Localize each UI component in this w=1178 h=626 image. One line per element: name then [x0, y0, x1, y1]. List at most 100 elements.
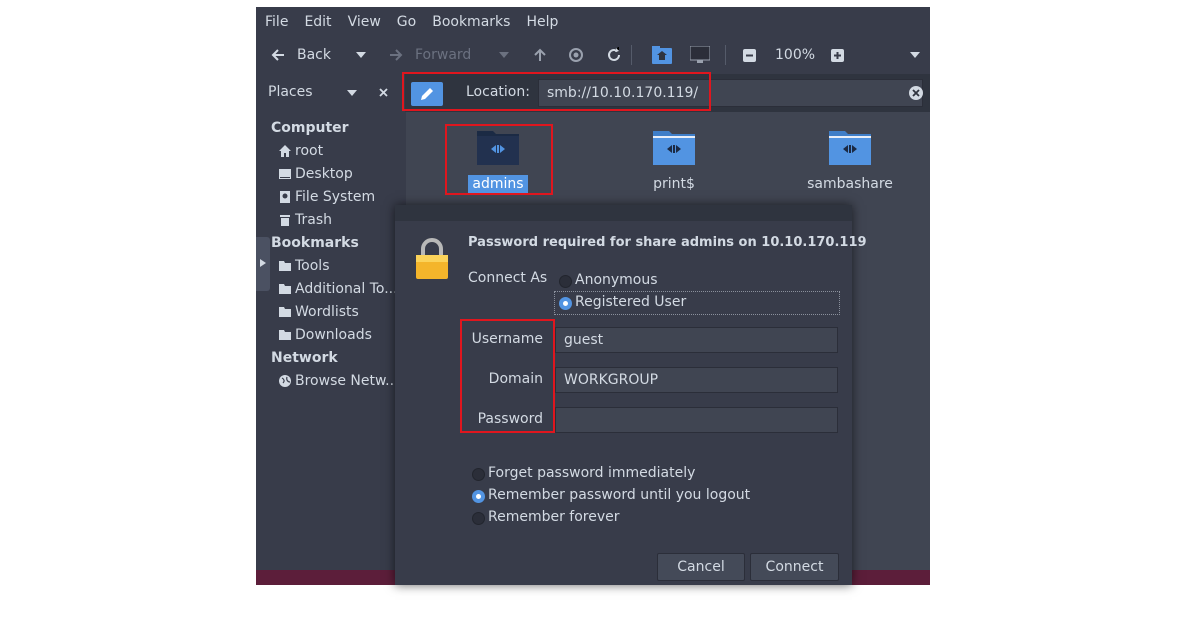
sidebar-item-trash[interactable]: Trash [278, 212, 332, 228]
sidebar-item-label: File System [295, 189, 376, 205]
clear-icon[interactable] [909, 86, 923, 100]
menu-go[interactable]: Go [389, 14, 424, 30]
places-title: Places [268, 84, 313, 100]
menu-edit[interactable]: Edit [296, 14, 339, 30]
sidebar-item-label: root [295, 143, 324, 159]
registered-user-label: Registered User [575, 294, 687, 310]
forward-label: Forward [415, 47, 472, 63]
back-label: Back [297, 47, 331, 63]
dialog-titlebar [395, 205, 852, 221]
connect-button[interactable]: Connect [750, 553, 839, 581]
network-folder-icon [829, 131, 871, 165]
domain-field[interactable]: WORKGROUP [555, 367, 838, 393]
reload-icon [608, 47, 620, 61]
sidebar-section-network: Network [271, 350, 338, 366]
home-button[interactable] [652, 37, 672, 73]
forward-button[interactable]: Forward [389, 37, 471, 73]
chevron-down-icon [356, 52, 366, 58]
reload-button[interactable] [606, 37, 622, 73]
arrow-right-icon [390, 49, 403, 61]
sidebar-item-root[interactable]: root [278, 143, 323, 159]
file-label: print$ [653, 176, 695, 192]
sidebar-resize-handle[interactable] [256, 237, 270, 291]
connect-as-label: Connect As [468, 270, 548, 286]
minus-icon [743, 48, 756, 62]
username-value: guest [564, 332, 604, 348]
sidebar-item-file-system[interactable]: File System [278, 189, 375, 205]
highlight-admins-folder [445, 124, 553, 195]
folder-icon [279, 261, 291, 271]
drive-icon [280, 191, 290, 203]
sidebar-section-computer: Computer [271, 120, 349, 136]
arrow-up-icon [534, 48, 546, 61]
toolbar-separator [725, 37, 726, 73]
radio-remember-forever[interactable] [472, 512, 485, 525]
sidebar-item-label: Browse Netw... [295, 373, 399, 389]
lock-icon [416, 238, 448, 279]
menu-bookmarks[interactable]: Bookmarks [424, 14, 518, 30]
monitor-icon [690, 46, 710, 63]
menu-help[interactable]: Help [518, 14, 566, 30]
stop-button[interactable] [569, 37, 583, 73]
password-field[interactable] [555, 407, 838, 433]
username-field[interactable]: guest [555, 327, 838, 353]
sidebar-item-desktop[interactable]: Desktop [278, 166, 353, 182]
sidebar-item-label: Additional To... [295, 281, 398, 297]
caret-right-icon [260, 259, 266, 267]
chevron-down-icon [499, 52, 509, 58]
file-item-sambashare[interactable]: sambashare [780, 127, 920, 193]
up-button[interactable] [533, 37, 547, 73]
home-folder-icon [652, 46, 672, 64]
cancel-button[interactable]: Cancel [657, 553, 745, 581]
folder-icon [279, 284, 291, 294]
back-button[interactable]: Back [271, 37, 331, 73]
close-icon[interactable] [379, 88, 388, 97]
radio-forget-password[interactable] [472, 468, 485, 481]
zoom-in-button[interactable] [831, 37, 844, 73]
network-folder-icon [653, 131, 695, 165]
sidebar-section-bookmarks: Bookmarks [271, 235, 359, 251]
arrow-left-icon [271, 49, 284, 61]
highlight-credentials-labels [460, 319, 555, 433]
chevron-down-icon[interactable] [347, 90, 357, 96]
forget-password-label: Forget password immediately [488, 465, 696, 481]
file-label: sambashare [807, 176, 893, 192]
forward-history-dropdown[interactable] [499, 37, 509, 73]
home-icon [279, 145, 291, 157]
back-history-dropdown[interactable] [356, 37, 366, 73]
sidebar-item-wordlists[interactable]: Wordlists [278, 304, 359, 320]
folder-icon [279, 330, 291, 340]
radio-remember-until-logout[interactable] [472, 490, 485, 503]
sidebar-item-browse-network[interactable]: Browse Netw... [278, 373, 399, 389]
folder-icon [279, 307, 291, 317]
zoom-level: 100% [775, 47, 816, 63]
zoom-out-button[interactable] [743, 37, 756, 73]
domain-value: WORKGROUP [564, 372, 659, 388]
chevron-down-icon [910, 52, 920, 58]
desktop-icon [279, 169, 291, 179]
file-item-print[interactable]: print$ [604, 127, 744, 193]
sidebar-item-label: Trash [295, 212, 332, 228]
highlight-location [402, 72, 711, 111]
sidebar-item-downloads[interactable]: Downloads [278, 327, 372, 343]
toolbar-menu-dropdown[interactable] [910, 37, 920, 73]
stop-icon [569, 48, 583, 62]
sidebar-item-label: Desktop [295, 166, 353, 182]
sidebar-item-label: Tools [295, 258, 330, 274]
statusbar-fragment [852, 534, 930, 570]
anonymous-label: Anonymous [575, 272, 658, 288]
trash-icon [280, 215, 290, 226]
toolbar: Back Forward 100% [256, 37, 930, 73]
menubar: File Edit View Go Bookmarks Help [256, 7, 930, 37]
radio-anonymous[interactable] [559, 275, 572, 288]
sidebar-item-label: Downloads [295, 327, 372, 343]
radio-registered-user[interactable] [559, 297, 572, 310]
computer-button[interactable] [690, 37, 710, 73]
plus-icon [831, 48, 844, 62]
sidebar-item-tools[interactable]: Tools [278, 258, 330, 274]
remember-forever-label: Remember forever [488, 509, 620, 525]
globe-icon [279, 375, 291, 387]
menu-view[interactable]: View [340, 14, 389, 30]
sidebar-item-additional-tools[interactable]: Additional To... [278, 281, 398, 297]
menu-file[interactable]: File [256, 14, 296, 30]
